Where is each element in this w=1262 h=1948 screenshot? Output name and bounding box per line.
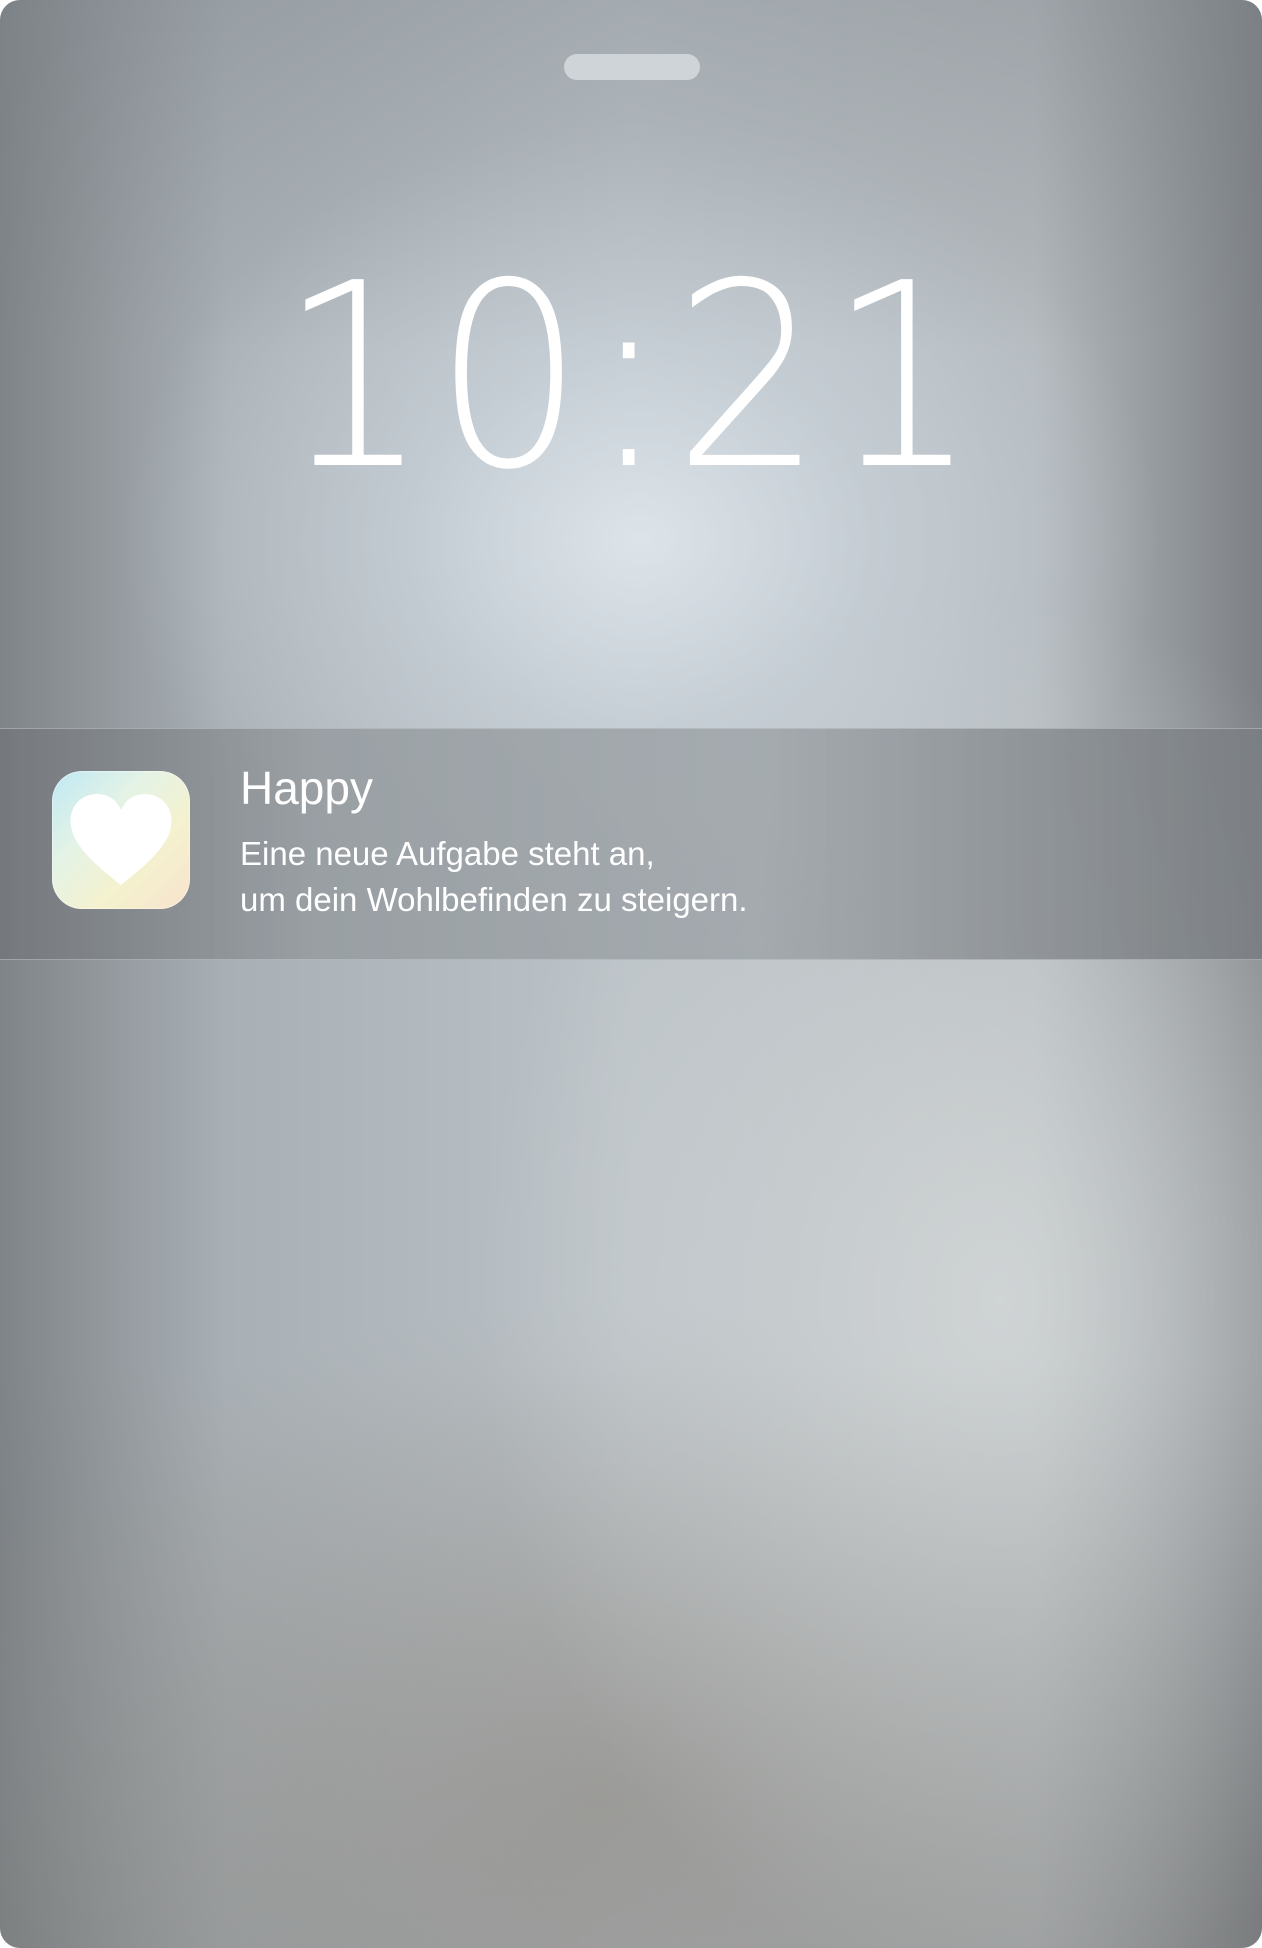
notification-banner[interactable]: Happy Eine neue Aufgabe steht an, um dei… (0, 728, 1262, 960)
lockscreen-clock: 10:21 (0, 250, 1262, 505)
notification-app-name: Happy (240, 762, 373, 814)
notification-message-line-1: Eine neue Aufgabe steht an, (240, 835, 655, 872)
notification-center-grabber[interactable] (564, 54, 700, 80)
notification-message-line-2: um dein Wohlbefinden zu steigern. (240, 881, 748, 918)
lock-screen: 10:21 Happy Eine neue Aufgabe steht an, … (0, 0, 1262, 1948)
app-icon (52, 771, 190, 909)
heart-icon (70, 794, 172, 885)
clock-time: 10:21 (279, 229, 983, 526)
notification-content: Happy Eine neue Aufgabe steht an, um dei… (240, 765, 748, 923)
